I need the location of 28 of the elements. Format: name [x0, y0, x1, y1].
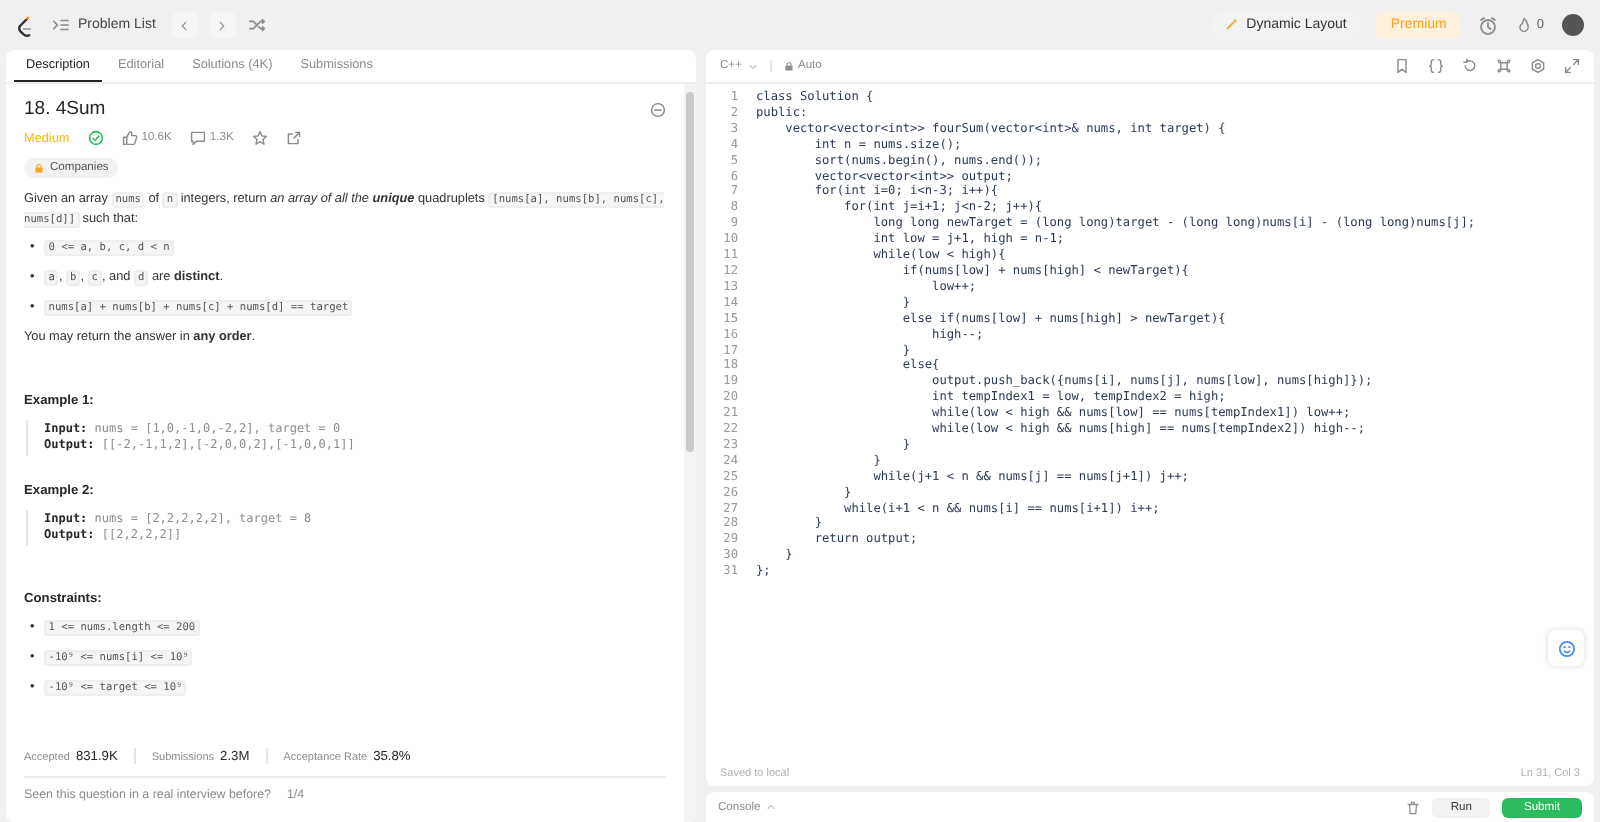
- lock-icon: [34, 162, 44, 174]
- speech-bubble-icon: [189, 130, 206, 146]
- alarm-clock-icon[interactable]: [1478, 15, 1499, 35]
- smiley-icon: [1557, 639, 1575, 657]
- list-icon: [52, 16, 70, 34]
- shuffle-icon[interactable]: [247, 16, 266, 34]
- star-icon[interactable]: [251, 130, 268, 146]
- lock-icon: [783, 60, 794, 72]
- chevron-right-icon: [216, 19, 229, 31]
- braces-icon[interactable]: [1428, 58, 1444, 74]
- logo-icon: [16, 13, 36, 37]
- avatar[interactable]: [1562, 14, 1584, 36]
- sparkle-icon: [1224, 18, 1239, 32]
- thumbs-up-icon: [121, 130, 138, 146]
- scrollbar[interactable]: [684, 84, 696, 822]
- share-icon[interactable]: [285, 130, 302, 146]
- trash-icon[interactable]: [1406, 799, 1421, 815]
- settings-icon[interactable]: [1530, 58, 1546, 74]
- chevron-down-icon: [747, 61, 758, 71]
- flame-icon: [1516, 16, 1533, 34]
- problem-title: 18. 4Sum: [24, 98, 106, 120]
- bookmark-icon[interactable]: [1394, 58, 1410, 74]
- expand-icon[interactable]: [1564, 58, 1580, 74]
- chevron-left-icon: [178, 19, 191, 31]
- reset-icon[interactable]: [1462, 58, 1478, 74]
- chevron-up-icon: [766, 802, 777, 812]
- shortcut-icon[interactable]: [1496, 58, 1512, 74]
- feedback-button[interactable]: [1548, 630, 1584, 666]
